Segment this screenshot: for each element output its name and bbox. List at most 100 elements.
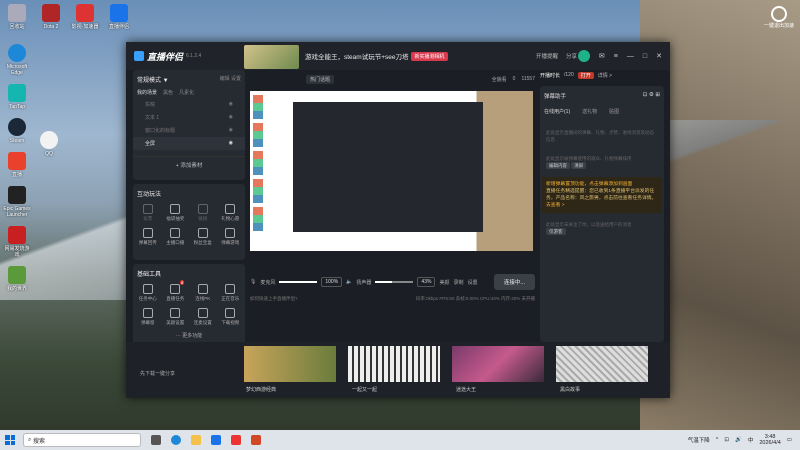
beauty-button[interactable]: 美颜 [439,279,449,286]
settings-button[interactable]: 设置 [467,279,477,286]
clear-screen-button[interactable]: 清屏 [571,162,587,169]
one-click-share[interactable]: 先下载一键分享 [140,370,175,377]
full-view-button[interactable]: 全貌看 [492,76,507,83]
desktop-icon-accel[interactable]: 影视-加速器 [71,4,99,30]
go-live-button[interactable]: 连接中... [493,274,535,290]
task-view-icon[interactable] [151,435,161,445]
settings-button[interactable]: 设置 [231,76,241,82]
mic-icon[interactable]: 🎙 [250,279,256,285]
eye-icon[interactable]: ◉ [229,127,233,134]
desktop-icon-edge[interactable]: Microsoft Edge [3,44,31,76]
tool-vote[interactable]: 投票 [135,204,161,222]
source-item[interactable]: 文本 1 ◉ [133,111,245,124]
search-box[interactable]: ⌕ 搜索 [23,433,141,447]
tab-stickers[interactable]: 贴图 [609,108,619,115]
mic-slider[interactable] [279,281,318,283]
stream-preview[interactable] [250,91,533,251]
desktop-icon-qq[interactable]: QQ [35,131,63,157]
tool-danmu-game[interactable]: 弹幕游戏 [218,228,244,246]
close-icon[interactable]: ✕ [656,52,662,60]
up-arrow-icon[interactable]: ^ [716,437,719,443]
guest-only-button[interactable]: 仅游客 [546,228,566,235]
tool-task-center[interactable]: 任务中心 [135,284,161,302]
tool-gift-wish[interactable]: 礼物心愿 [218,204,244,222]
menu-icon[interactable]: ≡ [614,53,618,60]
source-item[interactable]: 窗口化的标题 ◉ [133,124,245,137]
tool-download-video[interactable]: 下载视频 [218,308,244,326]
desktop-icon-netease[interactable]: 网易发烧游戏 [3,226,31,258]
companion-taskbar-icon[interactable] [211,435,221,445]
tab-plain[interactable]: 凡素化 [179,89,194,96]
live-taskbar-icon[interactable] [231,435,241,445]
tab-my-scenes[interactable]: 我的场景 [137,89,157,96]
start-button[interactable] [5,435,15,445]
tool-link[interactable]: 链接 [190,204,216,222]
edit-content-button[interactable]: 编辑内容 [546,162,570,169]
hot-topic-tag[interactable]: 热门话题 [306,74,335,84]
desktop-icon-taptap[interactable]: TapTap [3,84,31,110]
source-item[interactable]: 东皖 ◉ [133,98,245,111]
avatar[interactable] [577,50,590,62]
tab-black[interactable]: 黑色 [163,89,173,96]
network-icon[interactable]: ⊡ [724,437,729,443]
more-functions-button[interactable]: ··· 更多功能 [133,329,245,342]
explorer-icon[interactable] [191,435,201,445]
tool-mic-link[interactable]: 连麦设置 [190,308,216,326]
record-button[interactable]: 录制 [453,279,463,286]
source-item-selected[interactable]: 全屏 ◉ [133,137,245,150]
desktop-icon-live[interactable]: 直播 [3,152,31,178]
mode-selector[interactable]: 常规模式 ▼ [137,75,169,84]
speaker-slider[interactable] [375,281,414,283]
bottom-thumb[interactable] [244,346,336,382]
desktop-icon-steam[interactable]: Steam [3,118,31,144]
tab-online-users[interactable]: 在线用户(1) [544,108,570,115]
notification-icon[interactable]: ▭ [787,437,792,443]
live-duration-tab[interactable]: 开播时长 [540,72,560,79]
desktop-icon-dota[interactable]: Dota 2 [37,4,65,30]
speaker-icon[interactable]: 🔈 [346,279,352,285]
desktop-icon-exit[interactable]: 一键退出加速 [762,6,796,29]
volume-icon[interactable]: 🔊 [735,437,742,443]
desktop-icon-epic[interactable]: Epic Games Launcher [3,186,31,218]
weather[interactable]: 气温下降 [688,436,710,444]
tool-beauty[interactable]: 美颜设置 [163,308,189,326]
tool-fan-box[interactable]: 粉丝宝盒 [190,228,216,246]
tool-danmu-back[interactable]: 弹幕回传 [135,228,161,246]
title-bar: 直播伴侣 6.1.2.4 游戏全能王，steam试玩节+see刀塔 新实播测相机… [126,42,670,70]
eye-icon[interactable]: ◉ [229,114,233,121]
bottom-thumb[interactable] [348,346,440,382]
add-source-button[interactable]: + 添加素材 [133,156,245,173]
tool-host-speak[interactable]: 主播口播 [163,228,189,246]
eye-icon[interactable]: ◉ [229,140,233,147]
desktop-icon-companion[interactable]: 直播伴侣 [105,4,133,30]
remind-button[interactable]: 开播提醒 [536,52,558,60]
share-button[interactable]: 分享 [566,52,577,60]
tool-danmu-window[interactable]: 弹幕窗 [135,308,161,326]
details-link[interactable]: 详情 > [598,72,612,79]
tool-live-task[interactable]: 8 直播任务 [163,280,189,302]
danmu-tools[interactable]: ⊡ ⚙ ⊞ [643,92,660,100]
stream-title[interactable]: 游戏全能王，steam试玩节+see刀塔 [305,51,408,61]
bottom-thumb[interactable] [452,346,544,382]
eye-icon[interactable]: ◉ [229,101,233,108]
maximize-icon[interactable]: □ [643,53,647,60]
clock[interactable]: 3:48 2026/4/4 [759,434,780,446]
bottom-thumb[interactable] [556,346,648,382]
notice-view-link[interactable]: 去查看 > [546,202,658,209]
tool-pk[interactable]: 连线PK [190,284,216,302]
stream-info[interactable]: 游戏全能王，steam试玩节+see刀塔 新实播测相机 [244,43,536,69]
minimize-icon[interactable]: — [627,53,634,60]
tab-gifts[interactable]: 送礼物 [582,108,597,115]
tool-music[interactable]: 正在音乐 [218,284,244,302]
input-language[interactable]: 中 [748,436,754,444]
mail-icon[interactable]: ✉ [599,52,605,60]
office-taskbar-icon[interactable] [251,435,261,445]
tool-lucky-bag[interactable]: 福袋抽奖 [163,204,189,222]
stream-cover[interactable] [244,45,299,69]
help-link[interactable]: 如何快速上手直播伴侣? [250,296,298,302]
desktop-icon-recycle[interactable]: 回收站 [3,4,31,30]
edit-button[interactable]: 编辑 [220,76,230,82]
open-badge[interactable]: 打开 [577,71,594,79]
desktop-icon-minecraft[interactable]: 我的世界 [3,266,31,292]
edge-taskbar-icon[interactable] [171,435,181,445]
